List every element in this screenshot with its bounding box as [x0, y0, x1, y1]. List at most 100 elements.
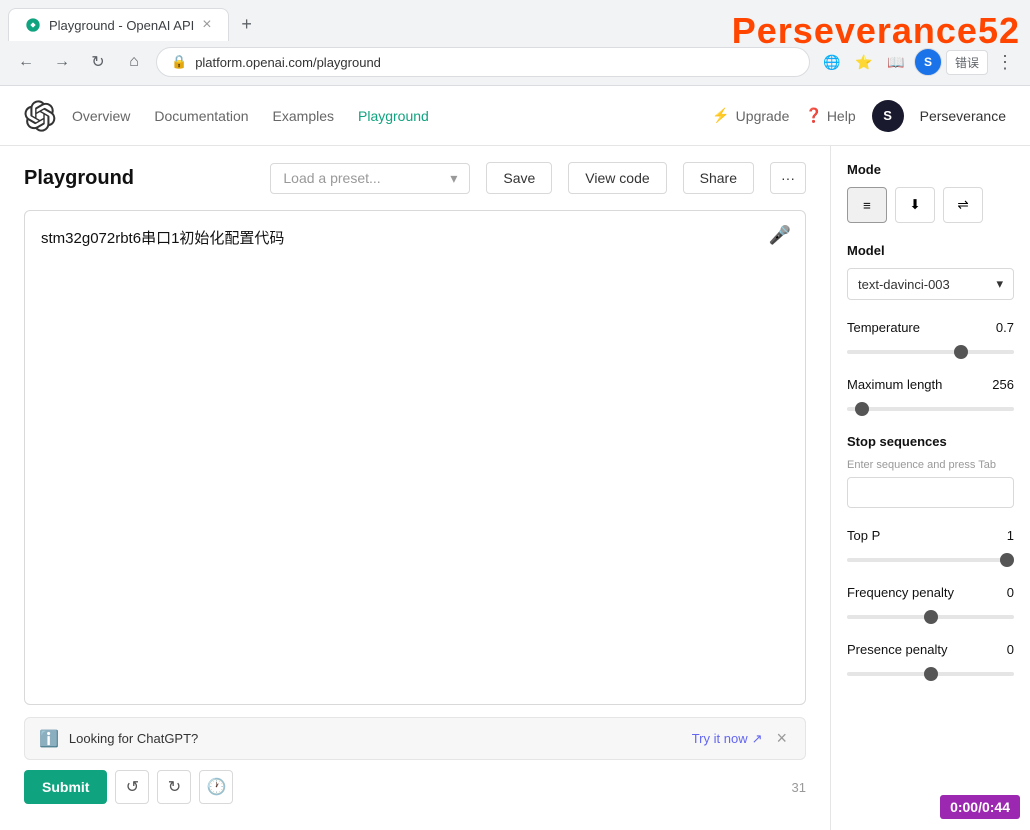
nav-overview[interactable]: Overview: [72, 108, 130, 124]
presence-penalty-row: Presence penalty 0: [847, 642, 1014, 657]
translate-button[interactable]: 错误: [946, 50, 988, 75]
redo-button[interactable]: ↻: [157, 770, 191, 804]
app-header: Overview Documentation Examples Playgrou…: [0, 86, 1030, 146]
frequency-penalty-label: Frequency penalty: [847, 585, 954, 600]
home-button[interactable]: ⌂: [120, 48, 148, 76]
lightning-icon: ⚡: [712, 107, 729, 124]
more-options-button[interactable]: ···: [770, 162, 806, 194]
page-title: Playground: [24, 167, 254, 190]
prompt-text: stm32g072rbt6串口1初始化配置代码: [41, 227, 789, 251]
try-it-now-link[interactable]: Try it now ↗: [692, 731, 763, 747]
mode-buttons: ≡ ⬇ ⇌: [847, 187, 1014, 223]
presence-penalty-slider[interactable]: [847, 672, 1014, 676]
tab-title: Playground - OpenAI API: [49, 18, 194, 33]
mode-complete-button[interactable]: ≡: [847, 187, 887, 223]
openai-logo: [24, 100, 56, 132]
model-select[interactable]: text-davinci-003 ▾: [847, 268, 1014, 300]
info-icon: ℹ️: [39, 729, 59, 749]
view-code-button[interactable]: View code: [568, 162, 666, 194]
reading-mode-btn[interactable]: 📖: [882, 48, 910, 76]
header-nav: Overview Documentation Examples Playgrou…: [72, 108, 712, 124]
banner-text: Looking for ChatGPT?: [69, 731, 682, 746]
upgrade-label: Upgrade: [736, 108, 790, 124]
help-circle-icon: ❓: [805, 107, 822, 124]
temperature-row: Temperature 0.7: [847, 320, 1014, 335]
temperature-label: Temperature: [847, 320, 920, 335]
save-button[interactable]: Save: [486, 162, 552, 194]
top-p-slider-container: [847, 549, 1014, 565]
help-label: Help: [827, 108, 856, 124]
frequency-penalty-section: Frequency penalty 0: [847, 585, 1014, 622]
max-length-slider[interactable]: [847, 407, 1014, 411]
top-p-row: Top P 1: [847, 528, 1014, 543]
prompt-box: stm32g072rbt6串口1初始化配置代码 🎤: [24, 210, 806, 705]
forward-button[interactable]: →: [48, 48, 76, 76]
nav-examples[interactable]: Examples: [273, 108, 334, 124]
max-length-section: Maximum length 256: [847, 377, 1014, 414]
mic-icon[interactable]: 🎤: [769, 225, 791, 246]
timer-badge: 0:00/0:44: [940, 795, 1020, 819]
try-label: Try it now: [692, 731, 748, 746]
browser-profile-button[interactable]: S: [914, 48, 942, 76]
frequency-penalty-slider[interactable]: [847, 615, 1014, 619]
banner-close-button[interactable]: ×: [772, 728, 791, 749]
top-p-slider[interactable]: [847, 558, 1014, 562]
bookmark-icon-btn[interactable]: ⭐: [850, 48, 878, 76]
upgrade-button[interactable]: ⚡ Upgrade: [712, 107, 789, 124]
temperature-value: 0.7: [996, 320, 1014, 335]
model-value: text-davinci-003: [858, 277, 950, 292]
active-tab: Playground - OpenAI API ×: [8, 8, 229, 41]
presence-penalty-slider-container: [847, 663, 1014, 679]
translate-icon-btn[interactable]: 🌐: [818, 48, 846, 76]
model-section: Model text-davinci-003 ▾: [847, 243, 1014, 300]
user-name: Perseverance: [920, 108, 1006, 124]
watermark: Perseverance52: [732, 10, 1020, 52]
frequency-penalty-slider-container: [847, 606, 1014, 622]
chatgpt-banner: ℹ️ Looking for ChatGPT? Try it now ↗ ×: [24, 717, 806, 760]
address-bar[interactable]: 🔒 platform.openai.com/playground: [156, 47, 810, 77]
chevron-down-icon: ▾: [450, 170, 457, 187]
tab-favicon: [25, 17, 41, 33]
address-text: platform.openai.com/playground: [195, 55, 795, 70]
top-p-label: Top P: [847, 528, 880, 543]
page-title-bar: Playground Load a preset... ▾ Save View …: [24, 162, 806, 194]
history-button[interactable]: 🕐: [199, 770, 233, 804]
char-count: 31: [792, 780, 806, 795]
presence-penalty-section: Presence penalty 0: [847, 642, 1014, 679]
undo-button[interactable]: ↺: [115, 770, 149, 804]
new-tab-button[interactable]: +: [233, 11, 261, 39]
mode-edit-button[interactable]: ⇌: [943, 187, 983, 223]
preset-placeholder: Load a preset...: [283, 170, 380, 186]
temperature-slider-container: [847, 341, 1014, 357]
temperature-slider[interactable]: [847, 350, 1014, 354]
mode-label: Mode: [847, 162, 1014, 177]
stop-sequences-input[interactable]: [847, 477, 1014, 508]
max-length-value: 256: [992, 377, 1014, 392]
user-avatar[interactable]: S: [872, 100, 904, 132]
back-button[interactable]: ←: [12, 48, 40, 76]
max-length-row: Maximum length 256: [847, 377, 1014, 392]
mode-insert-button[interactable]: ⬇: [895, 187, 935, 223]
main-area: Playground Load a preset... ▾ Save View …: [0, 146, 830, 830]
stop-sequences-label: Stop sequences: [847, 434, 1014, 449]
tab-close-button[interactable]: ×: [202, 17, 211, 33]
preset-select[interactable]: Load a preset... ▾: [270, 163, 470, 194]
max-length-label: Maximum length: [847, 377, 942, 392]
help-button[interactable]: ❓ Help: [805, 107, 855, 124]
lock-icon: 🔒: [171, 54, 187, 70]
nav-playground[interactable]: Playground: [358, 108, 429, 124]
frequency-penalty-row: Frequency penalty 0: [847, 585, 1014, 600]
page-content: Playground Load a preset... ▾ Save View …: [0, 146, 1030, 830]
right-panel: Mode ≡ ⬇ ⇌ Model text-davinci-003 ▾ Temp…: [830, 146, 1030, 830]
mode-section: Mode ≡ ⬇ ⇌: [847, 162, 1014, 223]
submit-button[interactable]: Submit: [24, 770, 107, 804]
reload-button[interactable]: ↻: [84, 48, 112, 76]
nav-documentation[interactable]: Documentation: [154, 108, 248, 124]
header-actions: ⚡ Upgrade ❓ Help S Perseverance: [712, 100, 1006, 132]
share-button[interactable]: Share: [683, 162, 754, 194]
top-p-value: 1: [1007, 528, 1014, 543]
stop-sequences-section: Stop sequences Enter sequence and press …: [847, 434, 1014, 508]
presence-penalty-label: Presence penalty: [847, 642, 947, 657]
bottom-bar: Submit ↺ ↻ 🕐 31: [24, 760, 806, 814]
max-length-slider-container: [847, 398, 1014, 414]
